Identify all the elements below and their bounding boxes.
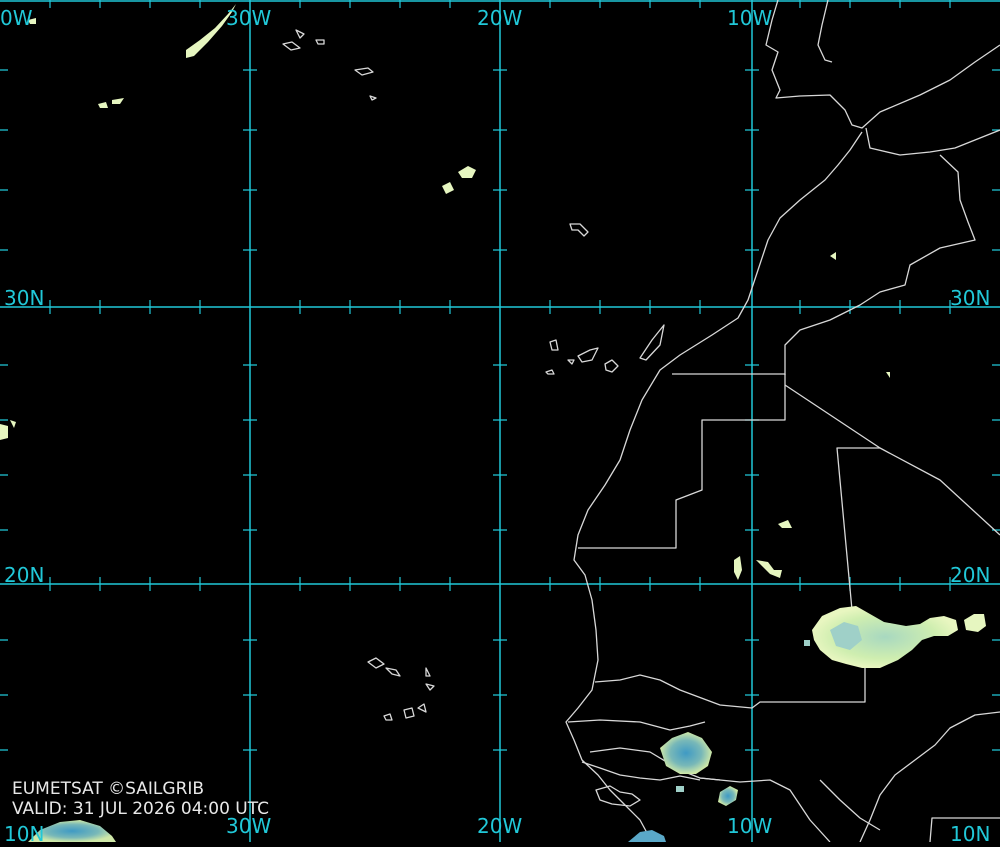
label-top-10w: 10W [727,6,773,30]
island-bissagos [595,785,641,807]
island-azores-5 [369,95,377,101]
label-bottom-20w: 20W [477,814,523,838]
island-azores-4 [354,67,374,76]
island-cv-5 [383,713,393,721]
cloud-south-bottom [628,830,666,842]
island-canary-6 [567,359,575,365]
cloud-south [718,786,738,806]
label-bottom-right-10n: 10N [950,822,991,846]
island-cv-3 [425,667,431,677]
cloud-mali-east [964,614,986,632]
coast-morocco [565,131,863,843]
island-canary-5 [545,369,555,375]
island-azores-3 [315,39,325,45]
cloud-nw-small [98,98,124,108]
label-bottom-10w: 10W [727,814,773,838]
island-canary-3 [604,359,619,373]
label-left-20n: 20N [4,563,45,587]
island-azores-2 [295,29,305,39]
label-right-30n: 30N [950,286,991,310]
label-top-40w: 0W [0,6,33,30]
island-azores-1 [282,41,301,51]
island-canary-1 [549,339,559,351]
island-madeira [569,223,589,237]
coast-iberia [765,0,1000,129]
graticule [0,0,1000,842]
label-top-20w: 20W [477,6,523,30]
border-morocco-algeria [784,154,976,375]
label-bottom-30w: 30W [226,814,272,838]
island-canary-2 [577,347,599,363]
border-algeria-mali [879,447,1000,536]
border-senegal-gambia [567,719,706,731]
cloud-guinea [660,732,712,774]
coast-iberia-north [817,0,833,63]
island-cv-7 [417,703,427,713]
island-cv-2 [385,667,401,677]
island-cv-6 [403,707,415,719]
label-top-30w: 30W [226,6,272,30]
valid-time-text: VALID: 31 JUL 2026 04:00 UTC [12,799,270,819]
cloud-left-edge [0,420,16,440]
border-western-sahara [578,373,786,549]
label-bottom-left-10n: 10N [4,822,45,846]
border-mali-burkina [819,779,881,831]
label-left-30n: 30N [4,286,45,310]
coastlines [282,0,1000,843]
credit-text: EUMETSAT ©SAILGRIB [12,779,205,799]
coast-med [865,127,1000,156]
map-canvas [0,0,1000,843]
island-cv-4 [425,683,435,691]
satellite-map[interactable]: 0W 30W 20W 10W 30N 30N 20N 20N 30W 20W 1… [0,0,1000,846]
label-right-20n: 20N [950,563,991,587]
cloud-azores [442,166,476,194]
island-cv-1 [367,657,385,669]
island-canary-4 [639,324,665,361]
cloud-sahara-small [734,520,792,580]
